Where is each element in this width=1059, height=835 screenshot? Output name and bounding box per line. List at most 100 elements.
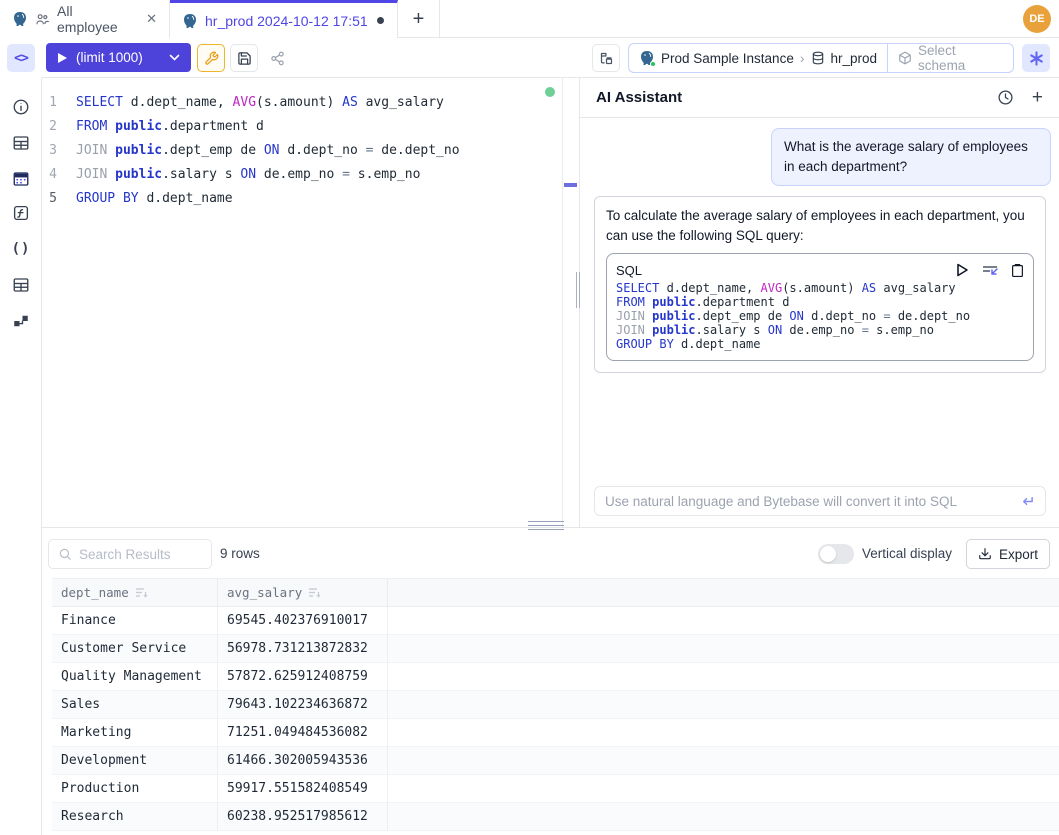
scrollbar-cursor-mark	[564, 183, 577, 187]
results-grid-body: Finance69545.402376910017Customer Servic…	[52, 607, 1059, 831]
search-results-box	[48, 539, 212, 569]
schema-cube-icon	[898, 51, 912, 65]
function-icon[interactable]	[9, 201, 33, 225]
close-icon[interactable]: ✕	[146, 11, 157, 27]
postgres-icon	[182, 13, 198, 29]
copy-code-icon[interactable]	[1011, 263, 1024, 278]
sort-icon[interactable]	[135, 587, 148, 598]
share-icon	[270, 51, 285, 66]
run-code-icon[interactable]	[956, 263, 969, 277]
format-sql-button[interactable]	[197, 44, 225, 72]
table-row[interactable]: Marketing71251.049484536082	[52, 719, 1059, 747]
schema-sidebar: ()	[0, 78, 42, 835]
sql-code: 1SELECT d.dept_name, AVG(s.amount) AS av…	[42, 91, 562, 211]
select-schema-button[interactable]: Select schema	[887, 44, 1013, 72]
openai-icon	[1029, 51, 1044, 66]
table-row[interactable]: Finance69545.402376910017	[52, 607, 1059, 635]
results-toolbar: 9 rows Vertical display Export	[42, 528, 1059, 578]
table-cell[interactable]: Marketing	[52, 719, 218, 747]
ai-prompt-input[interactable]	[605, 494, 1020, 509]
tab-label: All employee	[57, 3, 135, 35]
info-icon[interactable]	[9, 95, 33, 119]
instance-name: Prod Sample Instance	[661, 51, 794, 66]
vertical-display-label: Vertical display	[862, 546, 952, 561]
sheet-connection-button[interactable]	[592, 44, 620, 72]
editor-toolbar: <> (limit 1000)	[0, 38, 1059, 78]
chevron-down-icon[interactable]	[169, 54, 180, 61]
postgres-icon	[12, 11, 28, 27]
database-name: hr_prod	[831, 51, 878, 66]
table-cell[interactable]: 71251.049484536082	[218, 719, 388, 747]
sheet-connection-icon	[599, 51, 614, 66]
connection-status-dot	[650, 61, 656, 67]
code-language-label: SQL	[616, 263, 642, 278]
table-cell[interactable]: Research	[52, 803, 218, 831]
table-cell-filler	[388, 607, 1059, 635]
instance-database-selector[interactable]: Prod Sample Instance › hr_prod	[629, 44, 887, 72]
ai-prompt-inputbox	[594, 486, 1046, 516]
avatar[interactable]: DE	[1023, 5, 1051, 33]
table-cell[interactable]: Customer Service	[52, 635, 218, 663]
enter-key-icon[interactable]	[1020, 495, 1035, 508]
new-chat-icon[interactable]: +	[1032, 88, 1043, 107]
results-grid-header: dept_name avg_salary	[52, 578, 1059, 607]
table-cell-filler	[388, 803, 1059, 831]
external-table-icon[interactable]	[9, 273, 33, 297]
table-row[interactable]: Production59917.551582408549	[52, 775, 1059, 803]
table-row[interactable]: Research60238.952517985612	[52, 803, 1059, 831]
procedure-icon[interactable]: ()	[9, 237, 33, 261]
column-header-avg-salary[interactable]: avg_salary	[218, 579, 388, 606]
table-cell[interactable]: 59917.551582408549	[218, 775, 388, 803]
table-row[interactable]: Development61466.302005943536	[52, 747, 1059, 775]
run-label: (limit 1000)	[76, 50, 143, 65]
save-icon	[237, 51, 252, 66]
ai-response-card: To calculate the average salary of emplo…	[594, 196, 1046, 373]
unsaved-dot	[377, 17, 384, 24]
table-cell[interactable]: 60238.952517985612	[218, 803, 388, 831]
sql-editor[interactable]: 1SELECT d.dept_name, AVG(s.amount) AS av…	[42, 78, 563, 527]
column-header-filler	[388, 579, 1059, 606]
search-results-input[interactable]	[79, 547, 202, 562]
diagram-icon[interactable]	[9, 309, 33, 333]
new-tab-button[interactable]: +	[398, 0, 440, 38]
table-icon[interactable]	[9, 131, 33, 155]
table-cell[interactable]: Finance	[52, 607, 218, 635]
sort-icon[interactable]	[308, 587, 321, 598]
table-cell[interactable]: 57872.625912408759	[218, 663, 388, 691]
table-cell[interactable]: Development	[52, 747, 218, 775]
tab-all-employee[interactable]: All employee ✕	[0, 0, 170, 38]
row-count-label: 9 rows	[220, 546, 260, 561]
toggle-editor-panel-button[interactable]: <>	[7, 44, 35, 72]
table-row[interactable]: Quality Management57872.625912408759	[52, 663, 1059, 691]
table-cell[interactable]: Sales	[52, 691, 218, 719]
table-cell[interactable]: 56978.731213872832	[218, 635, 388, 663]
tab-label: hr_prod 2024-10-12 17:51	[205, 13, 368, 29]
export-button[interactable]: Export	[966, 539, 1050, 569]
table-cell[interactable]: 79643.102234636872	[218, 691, 388, 719]
breadcrumb-separator: ›	[800, 50, 805, 66]
database-icon	[811, 51, 825, 65]
table-cell-filler	[388, 691, 1059, 719]
table-cell[interactable]: 69545.402376910017	[218, 607, 388, 635]
results-grid: dept_name avg_salary Finance69545.402376…	[52, 578, 1059, 831]
vertical-display-toggle[interactable]	[818, 544, 854, 564]
data-table-icon[interactable]	[9, 167, 33, 191]
table-cell[interactable]: Quality Management	[52, 663, 218, 691]
history-clock-icon[interactable]	[997, 89, 1014, 106]
tab-hr-prod[interactable]: hr_prod 2024-10-12 17:51	[170, 0, 398, 38]
insert-code-icon[interactable]	[982, 263, 998, 277]
table-row[interactable]: Sales79643.102234636872	[52, 691, 1059, 719]
ai-assistant-button[interactable]	[1022, 44, 1050, 72]
table-cell[interactable]: Production	[52, 775, 218, 803]
share-sheet-button[interactable]	[263, 44, 291, 72]
ai-sql-code: SELECT d.dept_name, AVG(s.amount) AS avg…	[616, 281, 1024, 351]
user-message-bubble: What is the average salary of employees …	[771, 128, 1051, 186]
column-header-dept-name[interactable]: dept_name	[52, 579, 218, 606]
table-row[interactable]: Customer Service56978.731213872832	[52, 635, 1059, 663]
table-cell-filler	[388, 747, 1059, 775]
save-sheet-button[interactable]	[230, 44, 258, 72]
tab-bar: All employee ✕ hr_prod 2024-10-12 17:51 …	[0, 0, 1059, 38]
run-query-button[interactable]: (limit 1000)	[46, 43, 191, 72]
ai-sql-code-block: SQL SELECT d.dept_name, AVG(s.amount)	[606, 253, 1034, 361]
table-cell[interactable]: 61466.302005943536	[218, 747, 388, 775]
